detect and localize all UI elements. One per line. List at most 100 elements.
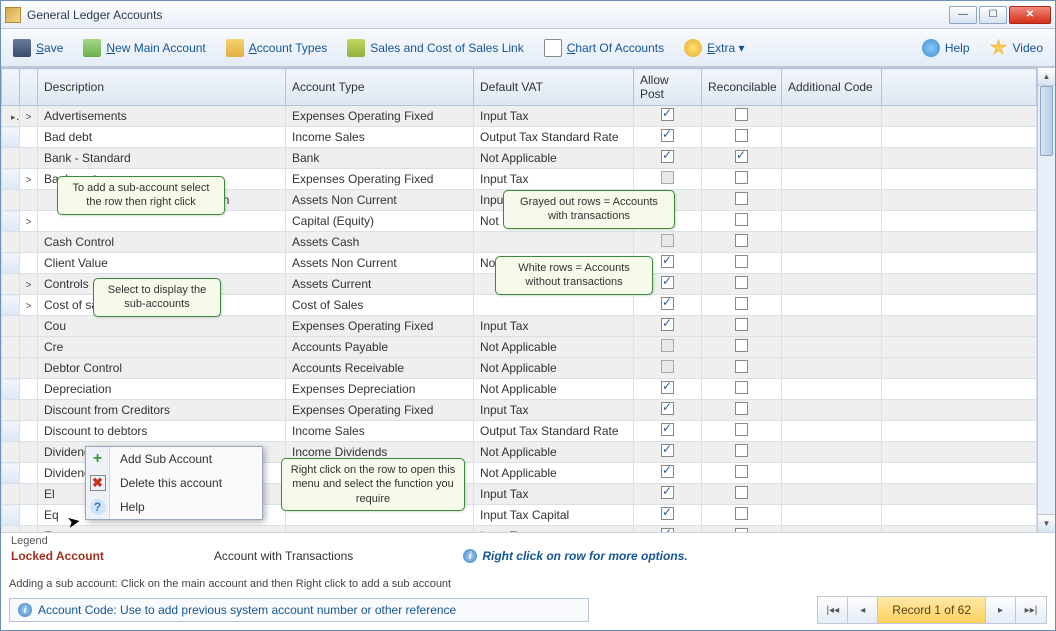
cell-vat[interactable]: Input Tax xyxy=(474,484,634,505)
expand-cell[interactable] xyxy=(20,148,38,169)
help-button[interactable]: Help xyxy=(916,35,976,61)
cell-reconcilable[interactable] xyxy=(702,316,782,337)
checkbox[interactable] xyxy=(735,360,748,373)
checkbox[interactable] xyxy=(735,234,748,247)
nav-last-button[interactable]: ▸▸| xyxy=(1016,597,1046,623)
cell-allow-post[interactable] xyxy=(634,106,702,127)
cell-description[interactable]: Bad debt xyxy=(38,127,286,148)
cell-type[interactable]: Cost of Sales xyxy=(286,295,474,316)
table-row[interactable]: ExInput Tax xyxy=(2,526,1037,533)
table-row[interactable]: CreAccounts PayableNot Applicable xyxy=(2,337,1037,358)
cell-allow-post[interactable] xyxy=(634,442,702,463)
expand-cell[interactable] xyxy=(20,463,38,484)
cell-reconcilable[interactable] xyxy=(702,442,782,463)
cell-type[interactable]: Assets Current xyxy=(286,274,474,295)
checkbox[interactable] xyxy=(661,423,674,436)
checkbox[interactable] xyxy=(661,528,674,532)
cell-reconcilable[interactable] xyxy=(702,358,782,379)
cell-allow-post[interactable] xyxy=(634,358,702,379)
table-row[interactable]: >AdvertisementsExpenses Operating FixedI… xyxy=(2,106,1037,127)
checkbox[interactable] xyxy=(735,192,748,205)
cell-allow-post[interactable] xyxy=(634,127,702,148)
cell-addcode[interactable] xyxy=(782,463,882,484)
checkbox[interactable] xyxy=(661,129,674,142)
ctx-help[interactable]: ?Help xyxy=(86,495,262,519)
cell-allow-post[interactable] xyxy=(634,505,702,526)
checkbox[interactable] xyxy=(735,423,748,436)
cell-reconcilable[interactable] xyxy=(702,379,782,400)
cell-type[interactable]: Assets Non Current xyxy=(286,253,474,274)
cell-allow-post[interactable] xyxy=(634,316,702,337)
cell-reconcilable[interactable] xyxy=(702,232,782,253)
cell-addcode[interactable] xyxy=(782,337,882,358)
row-header[interactable] xyxy=(2,274,20,295)
checkbox[interactable] xyxy=(735,339,748,352)
cell-reconcilable[interactable] xyxy=(702,421,782,442)
checkbox[interactable] xyxy=(661,381,674,394)
row-header[interactable] xyxy=(2,127,20,148)
cell-reconcilable[interactable] xyxy=(702,337,782,358)
cell-type[interactable]: Expenses Operating Fixed xyxy=(286,169,474,190)
cell-vat[interactable]: Output Tax Standard Rate xyxy=(474,127,634,148)
cell-type[interactable]: Expenses Operating Fixed xyxy=(286,400,474,421)
table-row[interactable]: Discount to debtorsIncome SalesOutput Ta… xyxy=(2,421,1037,442)
sales-link-button[interactable]: Sales and Cost of Sales Link xyxy=(341,35,529,61)
checkbox[interactable] xyxy=(661,255,674,268)
cell-vat[interactable]: Not Applicable xyxy=(474,337,634,358)
cell-type[interactable]: Accounts Payable xyxy=(286,337,474,358)
checkbox[interactable] xyxy=(661,276,674,289)
cell-vat[interactable]: Output Tax Standard Rate xyxy=(474,421,634,442)
cell-addcode[interactable] xyxy=(782,421,882,442)
cell-reconcilable[interactable] xyxy=(702,106,782,127)
expand-cell[interactable] xyxy=(20,316,38,337)
cell-reconcilable[interactable] xyxy=(702,169,782,190)
checkbox[interactable] xyxy=(735,108,748,121)
checkbox[interactable] xyxy=(661,507,674,520)
expand-cell[interactable]: > xyxy=(20,274,38,295)
cell-addcode[interactable] xyxy=(782,379,882,400)
table-row[interactable]: Bad debtIncome SalesOutput Tax Standard … xyxy=(2,127,1037,148)
cell-reconcilable[interactable] xyxy=(702,190,782,211)
row-header[interactable] xyxy=(2,106,20,127)
expand-cell[interactable]: > xyxy=(20,169,38,190)
checkbox[interactable] xyxy=(735,276,748,289)
cell-description[interactable]: Cou xyxy=(38,316,286,337)
cell-vat[interactable] xyxy=(474,295,634,316)
table-row[interactable]: CouExpenses Operating FixedInput Tax xyxy=(2,316,1037,337)
scroll-up-icon[interactable]: ▲ xyxy=(1038,68,1055,86)
row-header[interactable] xyxy=(2,253,20,274)
scroll-down-icon[interactable]: ▼ xyxy=(1038,514,1055,532)
checkbox[interactable] xyxy=(661,486,674,499)
col-allow-post[interactable]: Allow Post xyxy=(634,69,702,106)
extra-button[interactable]: Extra ▾ xyxy=(678,35,750,61)
cell-addcode[interactable] xyxy=(782,316,882,337)
checkbox[interactable] xyxy=(735,150,748,163)
checkbox[interactable] xyxy=(661,339,674,352)
cell-vat[interactable]: Not Applicable xyxy=(474,463,634,484)
cell-reconcilable[interactable] xyxy=(702,526,782,533)
cell-reconcilable[interactable] xyxy=(702,148,782,169)
nav-prev-button[interactable]: ◂ xyxy=(848,597,878,623)
cell-allow-post[interactable] xyxy=(634,379,702,400)
cell-reconcilable[interactable] xyxy=(702,127,782,148)
cell-addcode[interactable] xyxy=(782,190,882,211)
checkbox[interactable] xyxy=(661,360,674,373)
close-button[interactable]: ✕ xyxy=(1009,6,1051,24)
cell-description[interactable]: Bank - Standard xyxy=(38,148,286,169)
checkbox[interactable] xyxy=(735,528,748,532)
checkbox[interactable] xyxy=(735,171,748,184)
checkbox[interactable] xyxy=(735,213,748,226)
expand-cell[interactable] xyxy=(20,526,38,533)
row-header[interactable] xyxy=(2,316,20,337)
table-row[interactable]: Debtor ControlAccounts ReceivableNot App… xyxy=(2,358,1037,379)
cell-allow-post[interactable] xyxy=(634,400,702,421)
checkbox[interactable] xyxy=(661,318,674,331)
row-header[interactable] xyxy=(2,421,20,442)
table-row[interactable]: DepreciationExpenses DepreciationNot App… xyxy=(2,379,1037,400)
cell-description[interactable]: Discount from Creditors xyxy=(38,400,286,421)
col-account-type[interactable]: Account Type xyxy=(286,69,474,106)
cell-reconcilable[interactable] xyxy=(702,484,782,505)
video-button[interactable]: Video xyxy=(984,35,1049,61)
col-description[interactable]: Description xyxy=(38,69,286,106)
cell-type[interactable]: Capital (Equity) xyxy=(286,211,474,232)
